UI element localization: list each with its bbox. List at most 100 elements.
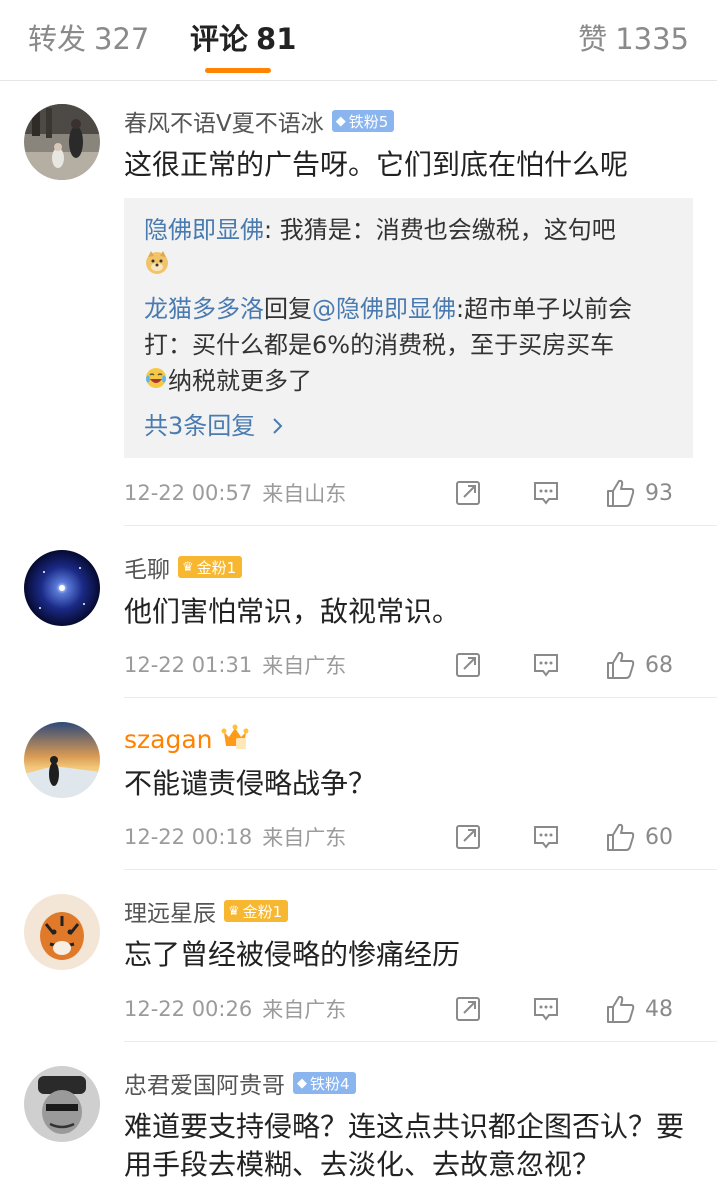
tab-like[interactable]: 赞 1335 [578,20,689,58]
reply-username[interactable]: 隐佛即显佛 [144,216,264,244]
comment-actions: 68 [453,649,675,681]
comment-time: 12-22 00:18 [124,825,253,849]
comment-meta: 12-22 01:31 来自广东 68 [124,649,697,681]
thumbs-up-icon [607,995,635,1023]
tab-repost-count: 327 [94,22,150,56]
comment-time: 12-22 01:31 [124,653,253,677]
like-button[interactable]: 48 [605,993,675,1025]
reply-icon[interactable] [531,650,561,680]
comment-header: szagan [124,724,249,754]
divider [124,869,717,870]
reply-text: 我猜是：消费也会缴税，这句吧 [279,216,616,244]
tab-comment[interactable]: 评论 81 [190,20,296,58]
username[interactable]: 毛聊 [124,550,170,584]
comment-actions: 93 [453,477,675,509]
share-icon[interactable] [453,478,483,508]
reply-mention[interactable]: @隐佛即显佛 [312,295,456,323]
diamond-icon: ◆ [335,113,346,129]
reply-icon[interactable] [531,822,561,852]
comment-text: 他们害怕常识，敌视常识。 [124,595,461,628]
comment-header: 春风不语V夏不语冰 ◆ 铁粉5 [124,104,395,138]
chevron-right-icon [271,409,283,445]
avatar[interactable] [24,550,100,626]
like-count: 68 [645,652,673,678]
reply-separator: : [456,295,465,323]
divider [124,525,717,526]
crown-badge-icon: ♛ [228,903,240,919]
like-button[interactable]: 93 [605,477,675,509]
laugh-cry-emoji-icon [144,364,168,400]
fan-badge[interactable]: ♛ 金粉1 [224,900,289,922]
comment-time: 12-22 00:26 [124,997,253,1021]
reply-icon[interactable] [531,994,561,1024]
avatar[interactable] [24,104,100,180]
tab-bar: 转发 327 评论 81 赞 1335 [0,0,717,81]
like-count: 48 [645,996,673,1022]
comment-text: 这很正常的广告呀。它们到底在怕什么呢 [124,148,629,181]
comment-location: 来自广东 [262,998,347,1022]
avatar[interactable] [24,1066,100,1142]
reply-item: 龙猫多多洛回复@隐佛即显佛:超市单子以前会打：买什么都是6%的消费税，至于买房买… [144,291,673,400]
fan-badge-label: 金粉1 [242,902,283,921]
fan-badge[interactable]: ◆ 铁粉4 [293,1072,356,1094]
tab-like-count: 1335 [615,22,689,56]
share-icon[interactable] [453,822,483,852]
comment-time: 12-22 00:57 [124,481,253,505]
divider [124,1041,717,1042]
comment-meta: 12-22 00:26 来自广东 48 [124,993,697,1025]
comment-location: 来自广东 [262,654,347,678]
reply-box[interactable]: 隐佛即显佛: 我猜是：消费也会缴税，这句吧 龙猫多多洛回复@隐佛即显佛:超市单子… [124,198,693,458]
share-icon[interactable] [453,650,483,680]
username[interactable]: szagan [124,725,213,754]
active-tab-indicator [205,68,271,73]
more-replies-label: 共3条回复 [144,412,256,440]
like-count: 60 [645,824,673,850]
reply-separator: : [264,216,280,244]
fan-badge-label: 金粉1 [196,558,237,577]
doge-emoji-icon [144,249,170,285]
tab-comment-count: 81 [256,22,297,56]
like-button[interactable]: 68 [605,649,675,681]
reply-username[interactable]: 龙猫多多洛 [144,295,264,323]
tab-repost-label: 转发 [28,22,87,56]
crown-badge-icon: ♛ [182,559,194,575]
fan-badge-label: 铁粉5 [348,112,389,131]
thumbs-up-icon [607,823,635,851]
fan-badge[interactable]: ♛ 金粉1 [178,556,243,578]
reply-icon[interactable] [531,478,561,508]
divider [124,697,717,698]
comment-location: 来自山东 [262,482,347,506]
share-icon[interactable] [453,994,483,1024]
fan-badge-label: 铁粉4 [310,1074,350,1093]
diamond-icon: ◆ [297,1075,307,1091]
fan-badge[interactable]: ◆ 铁粉5 [331,110,395,132]
thumbs-up-icon [607,651,635,679]
avatar[interactable] [24,722,100,798]
reply-item: 隐佛即显佛: 我猜是：消费也会缴税，这句吧 [144,212,673,285]
tab-comment-label: 评论 [190,22,249,56]
username[interactable]: 忠君爱国阿贵哥 [124,1066,285,1100]
reply-text-continued: 纳税就更多了 [168,367,312,395]
vip-crown-icon[interactable] [221,724,249,754]
comment-header: 理远星辰 ♛ 金粉1 [124,894,289,928]
comment-header: 忠君爱国阿贵哥 ◆ 铁粉4 [124,1066,356,1100]
comment-text: 不能谴责侵略战争？ [124,767,377,800]
tab-repost[interactable]: 转发 327 [28,20,149,58]
username[interactable]: 春风不语V夏不语冰 [124,104,324,138]
comment-header: 毛聊 ♛ 金粉1 [124,550,243,584]
comment-actions: 60 [453,821,675,853]
more-replies-link[interactable]: 共3条回复 [144,408,673,445]
username[interactable]: 理远星辰 [124,894,216,928]
like-button[interactable]: 60 [605,821,675,853]
comment-actions: 48 [453,993,675,1025]
reply-word: 回复 [264,295,312,323]
comment-text: 难道要支持侵略？连这点共识都企图否认？要用手段去模糊、去淡化、去故意忽视？ [124,1110,685,1181]
thumbs-up-icon [607,479,635,507]
comment-meta: 12-22 00:18 来自广东 60 [124,821,697,853]
like-count: 93 [645,480,673,506]
avatar[interactable] [24,894,100,970]
tab-like-label: 赞 [578,22,608,56]
comment-text: 忘了曾经被侵略的惨痛经历 [124,938,461,971]
comment-meta: 12-22 00:57 来自山东 93 [124,477,697,509]
comment-location: 来自广东 [262,826,347,850]
